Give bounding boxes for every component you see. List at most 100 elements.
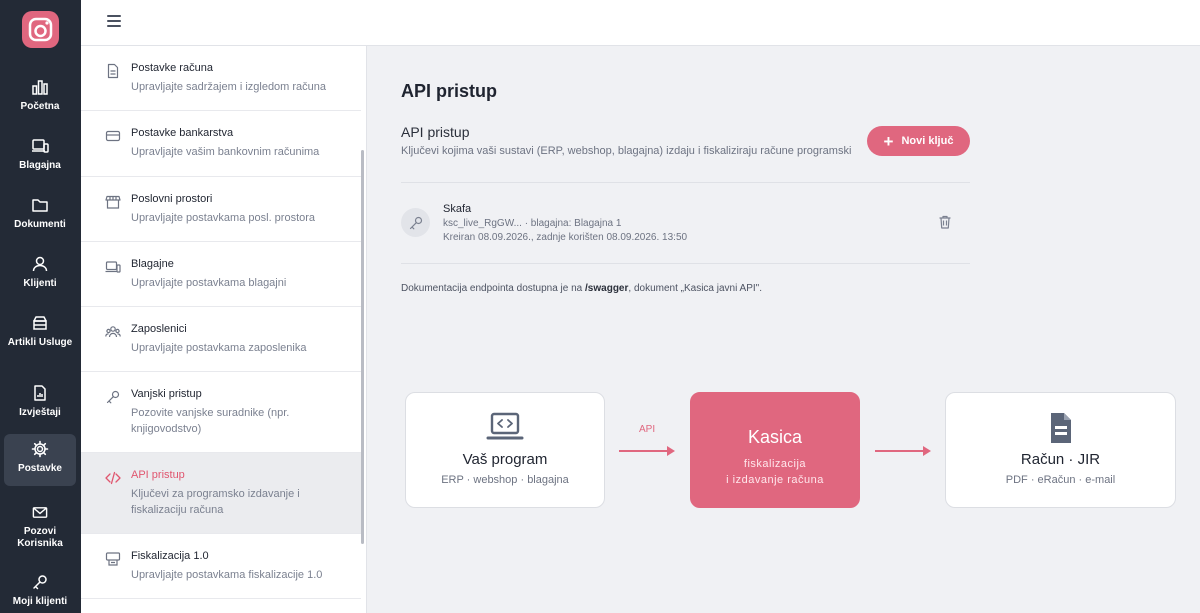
store-icon: [105, 195, 121, 209]
settings-item-poslovni-prostori[interactable]: Poslovni prostori Upravljajte postavkama…: [81, 177, 361, 242]
nav-label: Blagajna: [19, 160, 61, 171]
section-title: API pristup: [401, 124, 470, 140]
nav-label: Dokumenti: [14, 219, 66, 230]
settings-item-blagajne[interactable]: Blagajne Upravljajte postavkama blagajni: [81, 242, 361, 307]
users-icon: [32, 256, 48, 272]
divider: [401, 182, 970, 183]
flow-center-sub: fiskalizacija i izdavanje računa: [726, 456, 824, 488]
new-key-button[interactable]: + Novi ključ: [867, 126, 970, 156]
flow-card-your-program: Vaš program ERP · webshop · blagajna: [405, 392, 605, 508]
doc-suffix: , dokument „Kasica javni API".: [628, 283, 763, 294]
settings-item-title: Blagajne: [131, 258, 174, 270]
settings-item-title: API pristup: [131, 469, 185, 481]
settings-item-title: Poslovni prostori: [131, 193, 213, 205]
nav-item-postavke[interactable]: Postavke: [4, 434, 76, 486]
folder-icon: [32, 199, 48, 212]
documentation-note: Dokumentacija endpointa dostupna je na /…: [401, 283, 762, 294]
nav-label: Izvještaji: [19, 407, 61, 418]
new-key-label: Novi ključ: [901, 135, 954, 147]
nav-item-pozovi-korisnika[interactable]: Pozovi Korisnika: [4, 498, 76, 550]
swagger-link[interactable]: /swagger: [585, 283, 628, 294]
flow-arrow-right: [875, 446, 931, 456]
settings-item-fiskalizacija[interactable]: Fiskalizacija 1.0 Upravljajte postavkama…: [81, 534, 361, 599]
doc-prefix: Dokumentacija endpointa dostupna je na: [401, 283, 586, 294]
plus-icon: +: [883, 131, 894, 151]
settings-item-title: Zaposlenici: [131, 323, 187, 335]
main-nav-rail: Početna Blagajna Dokumenti Klijenti Arti…: [0, 0, 81, 613]
settings-item-zaposlenici[interactable]: Zaposlenici Upravljajte postavkama zapos…: [81, 307, 361, 372]
settings-item-desc: Upravljajte postavkama zaposlenika: [131, 342, 307, 354]
flow-right-sub: PDF · eRačun · e-mail: [1005, 474, 1116, 486]
settings-item-desc: Upravljajte vašim bankovnim računima: [131, 146, 320, 158]
nav-label: Artikli Usluge: [7, 337, 73, 348]
settings-item-desc: Ključevi za programsko izdavanje i fiska…: [131, 488, 300, 516]
receipt-document-icon: [1050, 413, 1071, 443]
nav-item-klijenti[interactable]: Klijenti: [4, 249, 76, 301]
key-created: Kreiran 08.09.2026., zadnje korišten 08.…: [443, 232, 688, 243]
settings-item-title: Fiskalizacija 1.0: [131, 550, 209, 562]
settings-item-title: Vanjski pristup: [131, 388, 202, 400]
settings-item-title: Postavke računa: [131, 62, 213, 74]
settings-item-desc: Upravljajte postavkama blagajni: [131, 277, 287, 289]
top-bar: [81, 0, 1200, 46]
key-icon: [33, 575, 47, 590]
nav-item-dokumenti[interactable]: Dokumenti: [4, 190, 76, 242]
flow-center-sub-line1: fiskalizacija: [743, 458, 807, 470]
flow-card-receipt: Račun · JIR PDF · eRačun · e-mail: [945, 392, 1176, 508]
key-icon: [106, 390, 120, 404]
trash-icon[interactable]: [937, 214, 953, 230]
divider: [401, 263, 970, 264]
settings-item-desc: Upravljajte sadržajem i izgledom računa: [131, 81, 327, 93]
flow-card-kasica: Kasica fiskalizacija i izdavanje računa: [690, 392, 860, 508]
devices-icon: [105, 261, 121, 273]
report-icon: [34, 385, 46, 401]
settings-list: Postavke računa Upravljajte sadržajem i …: [81, 46, 367, 613]
printer-icon: [105, 552, 121, 566]
mail-icon: [32, 507, 48, 518]
flow-left-title: Vaš program: [462, 451, 548, 468]
key-avatar: [401, 208, 430, 237]
flow-right-title: Račun · JIR: [1020, 451, 1101, 468]
flow-api-label: API: [639, 424, 656, 435]
pos-device-icon: [32, 139, 49, 153]
nav-item-izvjestaji[interactable]: Izvještaji: [4, 378, 76, 430]
settings-item-vanjski-pristup[interactable]: Vanjski pristup Pozovite vanjske suradni…: [81, 372, 361, 453]
flow-left-sub: ERP · webshop · blagajna: [441, 474, 569, 486]
logo-icon: [28, 17, 53, 42]
nav-item-blagajna[interactable]: Blagajna: [4, 131, 76, 183]
settings-item-postavke-bankarstva[interactable]: Postavke bankarstva Upravljajte vašim ba…: [81, 111, 361, 177]
nav-label: Klijenti: [23, 278, 57, 289]
settings-item-desc: Pozovite vanjske suradnike (npr. knjigov…: [131, 407, 290, 435]
settings-item-postavke-racuna[interactable]: Postavke računa Upravljajte sadržajem i …: [81, 46, 361, 111]
menu-toggle-icon[interactable]: [107, 15, 121, 29]
bar-chart-icon: [32, 80, 48, 95]
app-logo[interactable]: [22, 11, 59, 48]
settings-item-desc: Upravljajte postavkama fiskalizacije 1.0: [131, 569, 323, 581]
flow-arrow-right: [619, 446, 675, 456]
flow-center-sub-line2: i izdavanje računa: [726, 474, 824, 486]
nav-label: Pozovi Korisnika: [17, 526, 63, 549]
settings-item-api-pristup[interactable]: API pristup Ključevi za programsko izdav…: [81, 453, 361, 534]
nav-item-pocetna[interactable]: Početna: [4, 72, 76, 124]
key-meta: ksc_live_RgGW... · blagajna: Blagajna 1: [443, 218, 622, 229]
code-icon: [105, 471, 121, 485]
settings-item-desc: Upravljajte postavkama posl. prostora: [131, 212, 316, 224]
page-title: API pristup: [401, 81, 498, 101]
nav-label: Postavke: [18, 463, 62, 474]
nav-item-artikli[interactable]: Artikli Usluge: [4, 308, 76, 360]
archive-icon: [33, 316, 47, 330]
credit-card-icon: [105, 130, 121, 142]
key-icon: [409, 216, 422, 229]
section-subtitle: Ključevi kojima vaši sustavi (ERP, websh…: [401, 145, 852, 157]
team-icon: [105, 326, 121, 338]
settings-item-title: Postavke bankarstva: [131, 127, 234, 139]
nav-item-moji-klijenti[interactable]: Moji klijenti: [4, 567, 76, 613]
main-content: API pristup API pristup Ključevi kojima …: [367, 46, 1200, 613]
gear-icon: [31, 440, 49, 458]
key-name: Skafa: [443, 203, 472, 215]
nav-label: Moji klijenti: [12, 596, 68, 607]
document-icon: [107, 63, 119, 79]
laptop-code-icon: [486, 412, 524, 440]
settings-scrollbar[interactable]: [361, 150, 364, 544]
flow-center-title: Kasica: [747, 427, 803, 447]
